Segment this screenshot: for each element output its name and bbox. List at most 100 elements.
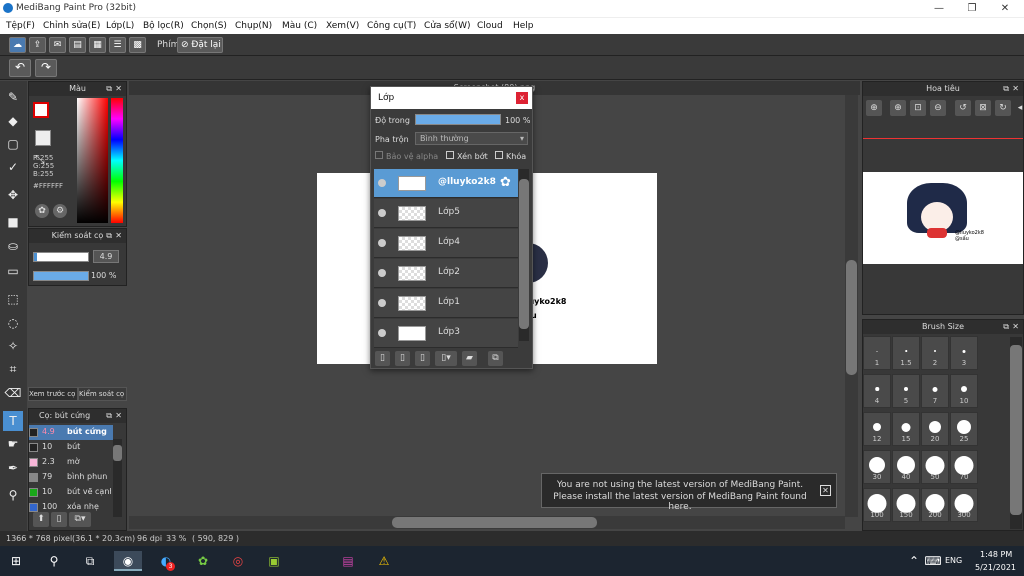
pen-tool-icon[interactable]: ✒ xyxy=(3,458,23,478)
duplicate-layer-icon[interactable]: ⧉ xyxy=(488,351,503,366)
tab-brush-control[interactable]: Kiểm soát cọ xyxy=(78,387,127,401)
menu-layer[interactable]: Lớp(L) xyxy=(106,21,134,31)
rotate-right-icon[interactable]: ↻ xyxy=(995,100,1011,116)
fit-icon[interactable]: ⊡ xyxy=(910,100,926,116)
add-layer-menu-icon[interactable]: ▯▾ xyxy=(435,351,457,366)
rotate-left-icon[interactable]: ↺ xyxy=(955,100,971,116)
brush-size-option[interactable]: 5 xyxy=(892,374,920,408)
close-button[interactable]: ✕ xyxy=(988,0,1022,17)
windows-start-icon[interactable]: ⊞ xyxy=(6,551,26,571)
brush-size-option[interactable]: 150 xyxy=(892,488,920,522)
app-leaf-icon[interactable]: ✿ xyxy=(193,551,213,571)
keyboard-icon[interactable]: ⌨ xyxy=(923,551,943,571)
minimize-button[interactable]: — xyxy=(922,0,956,17)
brush-list-item[interactable]: 2.3 mờ xyxy=(29,455,113,470)
clipping-checkbox[interactable]: Xén bớt xyxy=(446,151,494,164)
blend-mode-select[interactable]: Bình thường ▾ xyxy=(415,132,528,145)
brush-size-option[interactable]: 15 xyxy=(892,412,920,446)
chrome-icon[interactable]: ◎ xyxy=(228,551,248,571)
notification-close-button[interactable]: ✕ xyxy=(820,485,831,496)
layer-row[interactable]: Lớp5 xyxy=(374,199,518,228)
visibility-eye-icon[interactable] xyxy=(378,299,386,307)
reset-view-icon[interactable]: ⊠ xyxy=(975,100,991,116)
brush-size-option[interactable]: 70 xyxy=(950,450,978,484)
brush-size-option[interactable]: 1 xyxy=(863,336,891,370)
share-icon[interactable]: ⇪ xyxy=(29,37,46,53)
brush-size-slider[interactable] xyxy=(33,252,89,262)
popout-icon[interactable]: ⧉ xyxy=(106,82,112,96)
menu-window[interactable]: Cửa sổ(W) xyxy=(424,21,470,31)
brush-size-option[interactable]: 20 xyxy=(921,412,949,446)
layer-row[interactable]: Lớp1 xyxy=(374,289,518,318)
document-icon[interactable]: ▦ xyxy=(89,37,106,53)
hue-slider[interactable] xyxy=(111,98,123,223)
brush-list-item[interactable]: 10 bút xyxy=(29,440,113,455)
menu-file[interactable]: Tệp(F) xyxy=(6,21,35,31)
brush-list-item[interactable]: 4.9 bút cứng xyxy=(29,425,113,440)
new-halftone-layer-icon[interactable]: ▯ xyxy=(395,351,410,366)
warning-icon[interactable]: ⚠ xyxy=(374,551,394,571)
message-icon[interactable]: ▤ xyxy=(69,37,86,53)
select-pen-icon[interactable]: ⌗ xyxy=(3,359,23,379)
visibility-eye-icon[interactable] xyxy=(378,179,386,187)
opacity-slider[interactable] xyxy=(33,271,89,281)
magic-wand-icon[interactable]: ✧ xyxy=(3,336,23,356)
color-saturation-square[interactable] xyxy=(77,98,108,223)
brush-size-value[interactable]: 4.9 xyxy=(93,250,119,263)
menu-filter[interactable]: Bộ lọc(R) xyxy=(143,21,184,31)
search-icon[interactable]: ⚲ xyxy=(44,551,64,571)
menu-cloud[interactable]: Cloud xyxy=(477,21,503,31)
close-icon[interactable]: ✕ xyxy=(115,82,122,96)
brush-size-option[interactable]: 4 xyxy=(863,374,891,408)
popout-icon[interactable]: ⧉ xyxy=(106,409,112,423)
clock-time[interactable]: 1:48 PM xyxy=(980,550,1012,559)
layer-close-button[interactable]: x xyxy=(516,92,528,104)
layer-row[interactable]: Lớp2 xyxy=(374,259,518,288)
brush-size-option[interactable]: 1.5 xyxy=(892,336,920,370)
menu-help[interactable]: Help xyxy=(513,21,534,31)
new-layer-icon[interactable]: ▯ xyxy=(375,351,390,366)
brush-size-option[interactable]: 30 xyxy=(863,450,891,484)
clock-date[interactable]: 5/21/2021 xyxy=(975,563,1016,572)
brush-size-option[interactable]: 200 xyxy=(921,488,949,522)
list-icon[interactable]: ☰ xyxy=(109,37,126,53)
brush-list-item[interactable]: 10 bút vẽ cạnh xyxy=(29,485,113,500)
cloud-icon[interactable]: ☁ xyxy=(9,37,26,53)
redo-button[interactable]: ↷ xyxy=(35,59,57,77)
brush-size-option[interactable]: 2 xyxy=(921,336,949,370)
zoom-in-icon[interactable]: ⊕ xyxy=(866,100,882,116)
layer-list-scrollbar[interactable] xyxy=(519,169,529,341)
close-icon[interactable]: ✕ xyxy=(115,229,122,243)
brush-size-option[interactable]: 7 xyxy=(921,374,949,408)
brush-size-option[interactable]: 12 xyxy=(863,412,891,446)
menu-edit[interactable]: Chỉnh sửa(E) xyxy=(43,21,100,31)
zoom-out-icon[interactable]: ⊖ xyxy=(930,100,946,116)
fill-rect-tool-icon[interactable]: ■ xyxy=(3,212,23,232)
layer-row[interactable]: Lớp4 xyxy=(374,229,518,258)
brush-size-option[interactable]: 100 xyxy=(863,488,891,522)
eraser-tool-icon[interactable]: ◆ xyxy=(3,111,23,131)
language-indicator[interactable]: ENG xyxy=(945,556,962,565)
vertical-scroll-thumb[interactable] xyxy=(846,260,857,375)
select-rect-icon[interactable]: ⬚ xyxy=(3,289,23,309)
visibility-eye-icon[interactable] xyxy=(378,269,386,277)
palette-icon[interactable]: ✿ xyxy=(35,204,49,218)
flip-icon[interactable]: ◂ xyxy=(1015,100,1024,116)
brush-size-option[interactable]: 40 xyxy=(892,450,920,484)
layer-row[interactable]: @lluyko2k8 ✿ xyxy=(374,169,518,198)
undo-button[interactable]: ↶ xyxy=(9,59,31,77)
brush-size-option[interactable]: 25 xyxy=(950,412,978,446)
move-tool-icon[interactable]: ✥ xyxy=(3,185,23,205)
brush-menu-icon[interactable]: ⧉▾ xyxy=(69,512,91,527)
grid-icon[interactable]: ▩ xyxy=(129,37,146,53)
eyedropper-icon[interactable]: ⚲ xyxy=(3,485,23,505)
close-icon[interactable]: ✕ xyxy=(115,409,122,423)
menu-view[interactable]: Xem(V) xyxy=(326,21,359,31)
brush-add-icon[interactable]: ⬆ xyxy=(33,512,49,527)
select-eraser-icon[interactable]: ⌫ xyxy=(3,383,23,403)
transparent-swatch[interactable] xyxy=(35,130,51,146)
check-tool-icon[interactable]: ✓ xyxy=(3,157,23,177)
brush-size-option[interactable]: 50 xyxy=(921,450,949,484)
primary-color-swatch[interactable] xyxy=(33,102,49,118)
zoom-in-2-icon[interactable]: ⊕ xyxy=(890,100,906,116)
